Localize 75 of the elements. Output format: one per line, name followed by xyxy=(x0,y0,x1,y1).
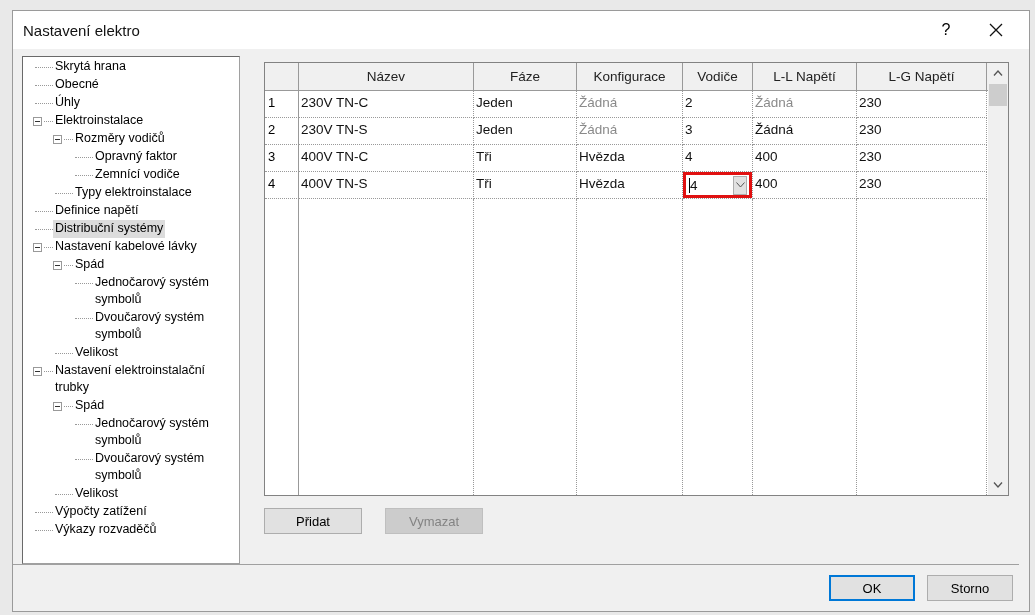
row-number: 2 xyxy=(265,118,299,145)
column-header[interactable]: L-L Napětí xyxy=(753,63,857,90)
table-cell: 400 xyxy=(753,172,857,199)
table-cell: Žádná xyxy=(577,91,683,118)
help-button[interactable]: ? xyxy=(921,13,971,47)
table-cell: 230 xyxy=(857,91,987,118)
tree-item[interactable]: Úhly xyxy=(53,94,82,112)
table-cell: Žádná xyxy=(753,118,857,145)
window-title: Nastavení elektro xyxy=(23,21,141,39)
chevron-down-icon xyxy=(735,182,745,188)
table-cell: Hvězda xyxy=(577,145,683,172)
table-cell: 400 xyxy=(753,145,857,172)
dropdown-cell[interactable]: 4 xyxy=(683,172,753,199)
tree-item[interactable]: Zemnící vodiče xyxy=(93,166,182,184)
tree-item[interactable]: Rozměry vodičů xyxy=(73,130,167,148)
column-header[interactable]: Vodiče xyxy=(683,63,753,90)
chevron-down-icon xyxy=(993,482,1003,488)
row-number: 3 xyxy=(265,145,299,172)
tree-item[interactable]: Opravný faktor xyxy=(93,148,179,166)
table-cell: 230 xyxy=(857,172,987,199)
column-header[interactable]: Fáze xyxy=(474,63,577,90)
column-header[interactable]: Název xyxy=(299,63,474,90)
grid-action-button[interactable]: Přidat xyxy=(264,508,362,534)
row-number: 1 xyxy=(265,91,299,118)
tree-item[interactable]: Jednočarový systém symbolů xyxy=(93,415,232,450)
table-cell: Jeden xyxy=(474,91,577,118)
tree-item[interactable]: Výkazy rozvaděčů xyxy=(53,521,159,539)
dropdown-button[interactable] xyxy=(733,175,747,195)
tree-item[interactable]: Elektroinstalace xyxy=(53,112,146,130)
table-cell: Tři xyxy=(474,172,577,199)
tree-item[interactable]: Obecné xyxy=(53,76,101,94)
tree-item[interactable]: Nastavení elektroinstalační trubky xyxy=(53,362,232,397)
tree-item[interactable]: Skrytá hrana xyxy=(53,58,128,76)
tree-item[interactable]: Spád xyxy=(73,256,107,274)
collapse-icon[interactable] xyxy=(33,116,42,126)
table-cell: 230 xyxy=(857,118,987,145)
table-cell: 400V TN-S xyxy=(299,172,474,199)
dialog-button[interactable]: OK xyxy=(829,575,915,601)
table-cell: Hvězda xyxy=(577,172,683,199)
table-cell: Žádná xyxy=(577,118,683,145)
scrollbar[interactable] xyxy=(988,63,1008,495)
scroll-thumb[interactable] xyxy=(989,84,1007,106)
table-cell: 230V TN-S xyxy=(299,118,474,145)
tree-item[interactable]: Dvoučarový systém symbolů xyxy=(93,309,232,344)
collapse-icon[interactable] xyxy=(33,242,42,252)
dialog-button[interactable]: Storno xyxy=(927,575,1013,601)
tree-item[interactable]: Dvoučarový systém symbolů xyxy=(93,450,232,485)
collapse-icon[interactable] xyxy=(33,366,42,376)
table-cell: Žádná xyxy=(753,91,857,118)
tree-item[interactable]: Distribuční systémy xyxy=(53,220,166,238)
table-cell: 230V TN-C xyxy=(299,91,474,118)
tree-item[interactable]: Jednočarový systém symbolů xyxy=(93,274,232,309)
tree-item[interactable]: Nastavení kabelové lávky xyxy=(53,238,199,256)
collapse-icon[interactable] xyxy=(53,260,62,270)
table-cell: Tři xyxy=(474,145,577,172)
collapse-icon[interactable] xyxy=(53,134,62,144)
cell-value: 4 xyxy=(689,177,698,193)
close-icon xyxy=(989,23,1003,37)
column-header[interactable]: L-G Napětí xyxy=(857,63,987,90)
table-cell: 4 xyxy=(683,145,753,172)
table-cell: 400V TN-C xyxy=(299,145,474,172)
chevron-up-icon xyxy=(993,70,1003,76)
column-header[interactable]: Konfigurace xyxy=(577,63,683,90)
tree-item[interactable]: Velikost xyxy=(73,344,121,362)
tree-item[interactable]: Typy elektroinstalace xyxy=(73,184,194,202)
tree-item[interactable]: Velikost xyxy=(73,485,121,503)
tree-item[interactable]: Výpočty zatížení xyxy=(53,503,149,521)
table-cell: 3 xyxy=(683,118,753,145)
table-cell: 230 xyxy=(857,145,987,172)
table-cell: 2 xyxy=(683,91,753,118)
table-cell: Jeden xyxy=(474,118,577,145)
tree-item[interactable]: Definice napětí xyxy=(53,202,141,220)
collapse-icon[interactable] xyxy=(53,401,62,411)
tree-item[interactable]: Spád xyxy=(73,397,107,415)
row-number: 4 xyxy=(265,172,299,199)
